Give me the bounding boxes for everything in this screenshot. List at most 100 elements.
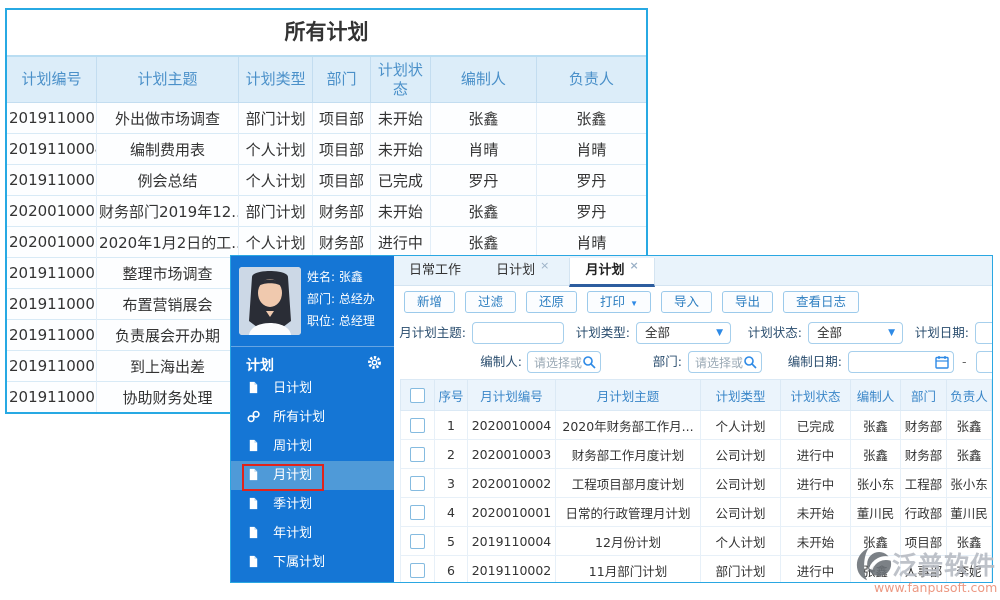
plan-code-link[interactable]: 2020010002 <box>468 469 556 498</box>
table-row[interactable]: 2019110001外出做市场调查部门计划项目部未开始张鑫张鑫 <box>7 103 646 134</box>
plan-date-input[interactable] <box>975 322 993 344</box>
sidebar-item-quarterly-plan[interactable]: 季计划 <box>231 490 394 519</box>
caret-down-icon: ▼ <box>716 323 723 343</box>
watermark-url: www.fanpusoft.com <box>874 580 996 595</box>
watermark-brand: 泛普软件 <box>892 546 996 582</box>
sidebar-item-yearly-plan[interactable]: 年计划 <box>231 519 394 548</box>
row-checkbox[interactable] <box>410 418 425 433</box>
gear-icon[interactable] <box>367 355 382 370</box>
profile-title: 职位: 总经理 <box>307 312 375 329</box>
sidebar-item-subordinate-plan[interactable]: 下属计划 <box>231 548 394 577</box>
type-select[interactable]: 全部 ▼ <box>636 322 731 344</box>
sidebar-item-label: 下属计划 <box>273 555 325 570</box>
content-area: 日常工作 日计划× 月计划× 新增 过滤 还原 打印▼ 导入 导出 查看日志 月… <box>394 256 992 582</box>
add-button[interactable]: 新增 <box>404 291 455 313</box>
owner-link[interactable]: 张鑫 <box>947 411 992 440</box>
owner-link[interactable]: 董川民 <box>947 498 992 527</box>
column-header: 负责人 <box>947 380 992 411</box>
subject-input[interactable] <box>472 322 564 344</box>
file-icon <box>247 439 260 452</box>
author-link[interactable]: 张小东 <box>851 469 901 498</box>
search-icon[interactable] <box>582 355 596 369</box>
tab-daily-plan[interactable]: 日计划× <box>481 256 564 285</box>
link-icon <box>247 410 260 423</box>
author-input[interactable] <box>527 351 601 373</box>
sidebar-item-all-plans[interactable]: 所有计划 <box>231 403 394 432</box>
plan-date-input-field <box>976 324 993 344</box>
owner-link[interactable]: 张小东 <box>947 469 992 498</box>
column-header: 部门 <box>901 380 947 411</box>
row-checkbox[interactable] <box>410 534 425 549</box>
file-icon <box>247 526 260 539</box>
avatar <box>239 267 301 335</box>
print-button[interactable]: 打印▼ <box>587 291 651 313</box>
export-button[interactable]: 导出 <box>722 291 773 313</box>
author-link[interactable]: 董川民 <box>851 498 901 527</box>
file-icon <box>247 555 260 568</box>
subject-filter-label: 月计划主题: <box>394 322 466 344</box>
dept-input[interactable] <box>688 351 762 373</box>
plan-code-link[interactable]: 2019110002 <box>468 556 556 584</box>
sidebar-item-monthly-plan[interactable]: 月计划 <box>231 461 394 490</box>
author-link[interactable]: 张鑫 <box>851 411 901 440</box>
column-header: 月计划编号 <box>468 380 556 411</box>
sidebar-menu: 日计划 所有计划 周计划 月计划 季计划 <box>231 374 394 577</box>
sidebar-item-daily-plan[interactable]: 日计划 <box>231 374 394 403</box>
table-row[interactable]: 120200100042020年财务部工作月...个人计划已完成张鑫财务部张鑫 <box>401 411 992 440</box>
row-checkbox[interactable] <box>410 563 425 578</box>
tab-daily-work[interactable]: 日常工作 <box>394 256 476 285</box>
close-icon[interactable]: × <box>629 259 638 272</box>
plan-code-link[interactable]: 2020010004 <box>468 411 556 440</box>
plan-module-window: 姓名: 张鑫 部门: 总经办 职位: 总经理 计划 日计划 所有计划 <box>230 255 993 583</box>
table-header-row: 序号 月计划编号 月计划主题 计划类型 计划状态 编制人 部门 负责人 <box>401 380 992 411</box>
calendar-icon[interactable] <box>935 355 949 369</box>
column-header: 序号 <box>435 380 468 411</box>
filter-button[interactable]: 过滤 <box>465 291 516 313</box>
close-icon[interactable]: × <box>540 259 549 272</box>
column-header: 部门 <box>313 57 370 103</box>
type-filter-label: 计划类型: <box>570 322 630 344</box>
table-row[interactable]: 32020010002工程项目部月度计划公司计划进行中张小东工程部张小东 <box>401 469 992 498</box>
profile-name: 姓名: 张鑫 <box>307 268 363 285</box>
table-row[interactable]: 22020010003财务部工作月度计划公司计划进行中张鑫财务部张鑫 <box>401 440 992 469</box>
compile-date-start-input[interactable] <box>848 351 954 373</box>
table-row[interactable]: 2019110004编制费用表个人计划项目部未开始肖晴肖晴 <box>7 134 646 165</box>
author-link[interactable]: 张鑫 <box>851 440 901 469</box>
table-row[interactable]: 20200100022020年1月2日的工...个人计划财务部进行中张鑫肖晴 <box>7 227 646 258</box>
plan-code-link[interactable]: 2020010001 <box>468 498 556 527</box>
plan-code-link[interactable]: 2020010003 <box>468 440 556 469</box>
reset-button[interactable]: 还原 <box>526 291 577 313</box>
caret-down-icon: ▼ <box>630 299 638 308</box>
table-row[interactable]: 2020010001财务部门2019年12...部门计划财务部未开始张鑫罗丹 <box>7 196 646 227</box>
plan-code-link[interactable]: 2019110004 <box>468 527 556 556</box>
plan-subject-link[interactable]: 11月部门计划 <box>556 556 701 584</box>
plan-subject-link[interactable]: 12月份计划 <box>556 527 701 556</box>
filter-panel: 月计划主题: 计划类型: 全部 ▼ 计划状态: 全部 ▼ 计划日期: 编制人: <box>394 317 992 379</box>
tab-monthly-plan[interactable]: 月计划× <box>569 258 654 287</box>
screen: 所有计划 计划编号 计划主题 计划类型 部门 计划状态 编制人 负责人 2019… <box>0 0 1000 600</box>
subject-input-field <box>473 324 563 344</box>
compile-date-end-input[interactable] <box>976 351 993 373</box>
column-header: 月计划主题 <box>556 380 701 411</box>
import-button[interactable]: 导入 <box>661 291 712 313</box>
sidebar-item-label: 季计划 <box>273 497 312 512</box>
select-all-checkbox[interactable] <box>410 388 425 403</box>
plan-subject-link[interactable]: 工程项目部月度计划 <box>556 469 701 498</box>
column-header: 编制人 <box>431 57 537 103</box>
plan-subject-link[interactable]: 日常的行政管理月计划 <box>556 498 701 527</box>
table-row[interactable]: 42020010001日常的行政管理月计划公司计划未开始董川民行政部董川民 <box>401 498 992 527</box>
row-checkbox[interactable] <box>410 505 425 520</box>
compile-date-filter-label: 编制日期: <box>770 351 842 373</box>
owner-link[interactable]: 张鑫 <box>947 440 992 469</box>
status-select[interactable]: 全部 ▼ <box>808 322 903 344</box>
row-checkbox[interactable] <box>410 447 425 462</box>
table-row[interactable]: 2019110005例会总结个人计划项目部已完成罗丹罗丹 <box>7 165 646 196</box>
column-header: 计划主题 <box>97 57 239 103</box>
sidebar-item-label: 周计划 <box>273 439 312 454</box>
search-icon[interactable] <box>743 355 757 369</box>
sidebar-item-weekly-plan[interactable]: 周计划 <box>231 432 394 461</box>
plan-subject-link[interactable]: 财务部工作月度计划 <box>556 440 701 469</box>
plan-subject-link[interactable]: 2020年财务部工作月... <box>556 411 701 440</box>
view-log-button[interactable]: 查看日志 <box>783 291 859 313</box>
row-checkbox[interactable] <box>410 476 425 491</box>
